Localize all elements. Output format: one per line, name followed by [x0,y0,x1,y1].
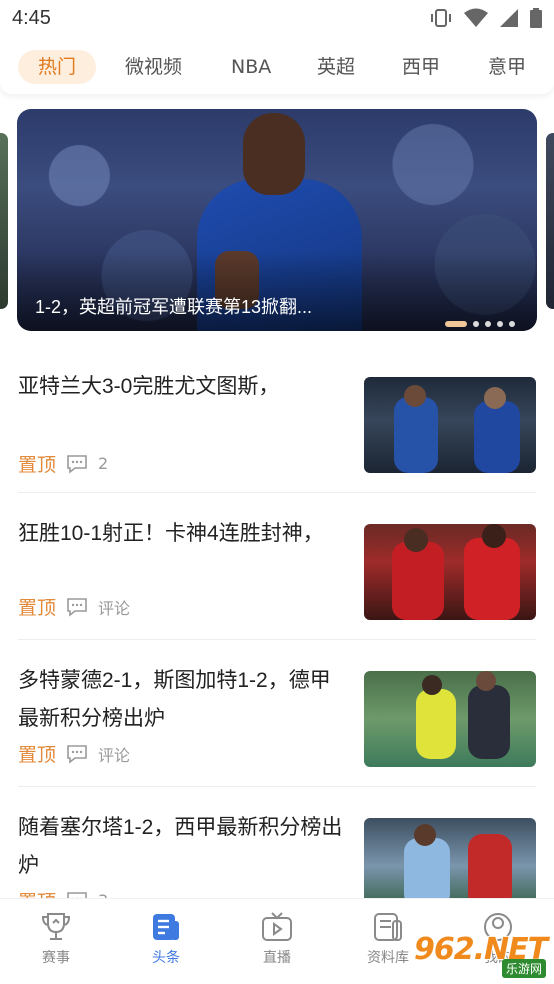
vibrate-icon [431,9,451,27]
carousel-dot [497,321,503,327]
comment-icon [67,744,87,764]
news-item[interactable]: 亚特兰大3-0完胜尤文图斯， 置顶 2 [18,368,536,478]
news-title: 亚特兰大3-0完胜尤文图斯， [18,375,280,398]
carousel-dot [473,321,479,327]
carousel-indicator [445,321,515,327]
carousel-dot [485,321,491,327]
news-item[interactable]: 多特蒙德2-1，斯图加特1-2，德甲最新积分榜出炉 置顶 评论 [18,662,536,772]
news-thumbnail [364,377,536,473]
comment-count: 2 [98,454,109,473]
tab-la-liga[interactable]: 西甲 [402,50,440,84]
category-tabs: 热门 微视频 NBA 英超 西甲 意甲 [0,40,554,94]
comment-count: 评论 [98,598,131,618]
nav-item-events[interactable]: 赛事 [16,911,96,967]
banner-next-slide[interactable] [546,133,554,309]
pinned-badge: 置顶 [18,597,57,619]
banner-carousel[interactable]: 1-2，英超前冠军遭联赛第13掀翻... [17,109,537,331]
tab-nba[interactable]: NBA [231,50,271,84]
nav-label: 直播 [263,950,291,966]
news-icon [153,914,179,940]
banner-player-head [243,113,305,195]
news-thumbnail [364,671,536,767]
news-meta: 置顶 2 [18,450,108,477]
database-icon [374,913,402,941]
battery-icon [530,8,542,28]
tv-play-icon [262,912,292,941]
carousel-dot [509,321,515,327]
banner-prev-slide[interactable] [0,133,8,309]
status-bar: 4:45 [0,0,554,36]
news-thumbnail [364,818,536,901]
tab-hot[interactable]: 热门 [18,50,97,84]
tab-serie-a[interactable]: 意甲 [488,50,526,84]
pinned-badge: 置顶 [18,744,57,766]
status-time: 4:45 [12,7,51,29]
watermark-logo: 962.NET 乐游网 [414,932,550,978]
news-title: 多特蒙德2-1，斯图加特1-2，德甲最新积分榜出炉 [18,669,331,730]
comment-count: 评论 [98,745,131,765]
news-title: 狂胜10-1射正！卡神4连胜封神， [18,522,324,545]
signal-icon [500,9,518,27]
carousel-dot-active [445,321,467,327]
nav-item-live[interactable]: 直播 [237,911,317,967]
comment-icon [67,597,87,617]
bottom-navigation: 赛事 头条 直播 资料库 我的 962.NET 乐游网 [0,898,554,984]
nav-label: 赛事 [42,950,70,966]
news-meta: 置顶 评论 [18,593,130,620]
comment-icon [67,454,87,474]
nav-label: 头条 [152,950,180,966]
tab-micro-video[interactable]: 微视频 [125,50,182,84]
divider [18,492,536,493]
tab-premier-league[interactable]: 英超 [317,50,355,84]
watermark-subtext: 乐游网 [501,959,546,978]
banner-caption: 1-2，英超前冠军遭联赛第13掀翻... [35,297,313,317]
news-item[interactable]: 随着塞尔塔1-2，西甲最新积分榜出炉 置顶 3 [18,809,536,901]
status-icons [430,8,542,28]
news-item[interactable]: 狂胜10-1射正！卡神4连胜封神， 置顶 评论 [18,515,536,625]
trophy-icon [41,913,71,940]
news-meta: 置顶 评论 [18,740,130,767]
pinned-badge: 置顶 [18,454,57,476]
nav-item-headlines[interactable]: 头条 [126,911,206,967]
wifi-icon [464,8,488,27]
divider [18,786,536,787]
news-title: 随着塞尔塔1-2，西甲最新积分榜出炉 [18,816,343,877]
news-thumbnail [364,524,536,620]
divider [18,639,536,640]
